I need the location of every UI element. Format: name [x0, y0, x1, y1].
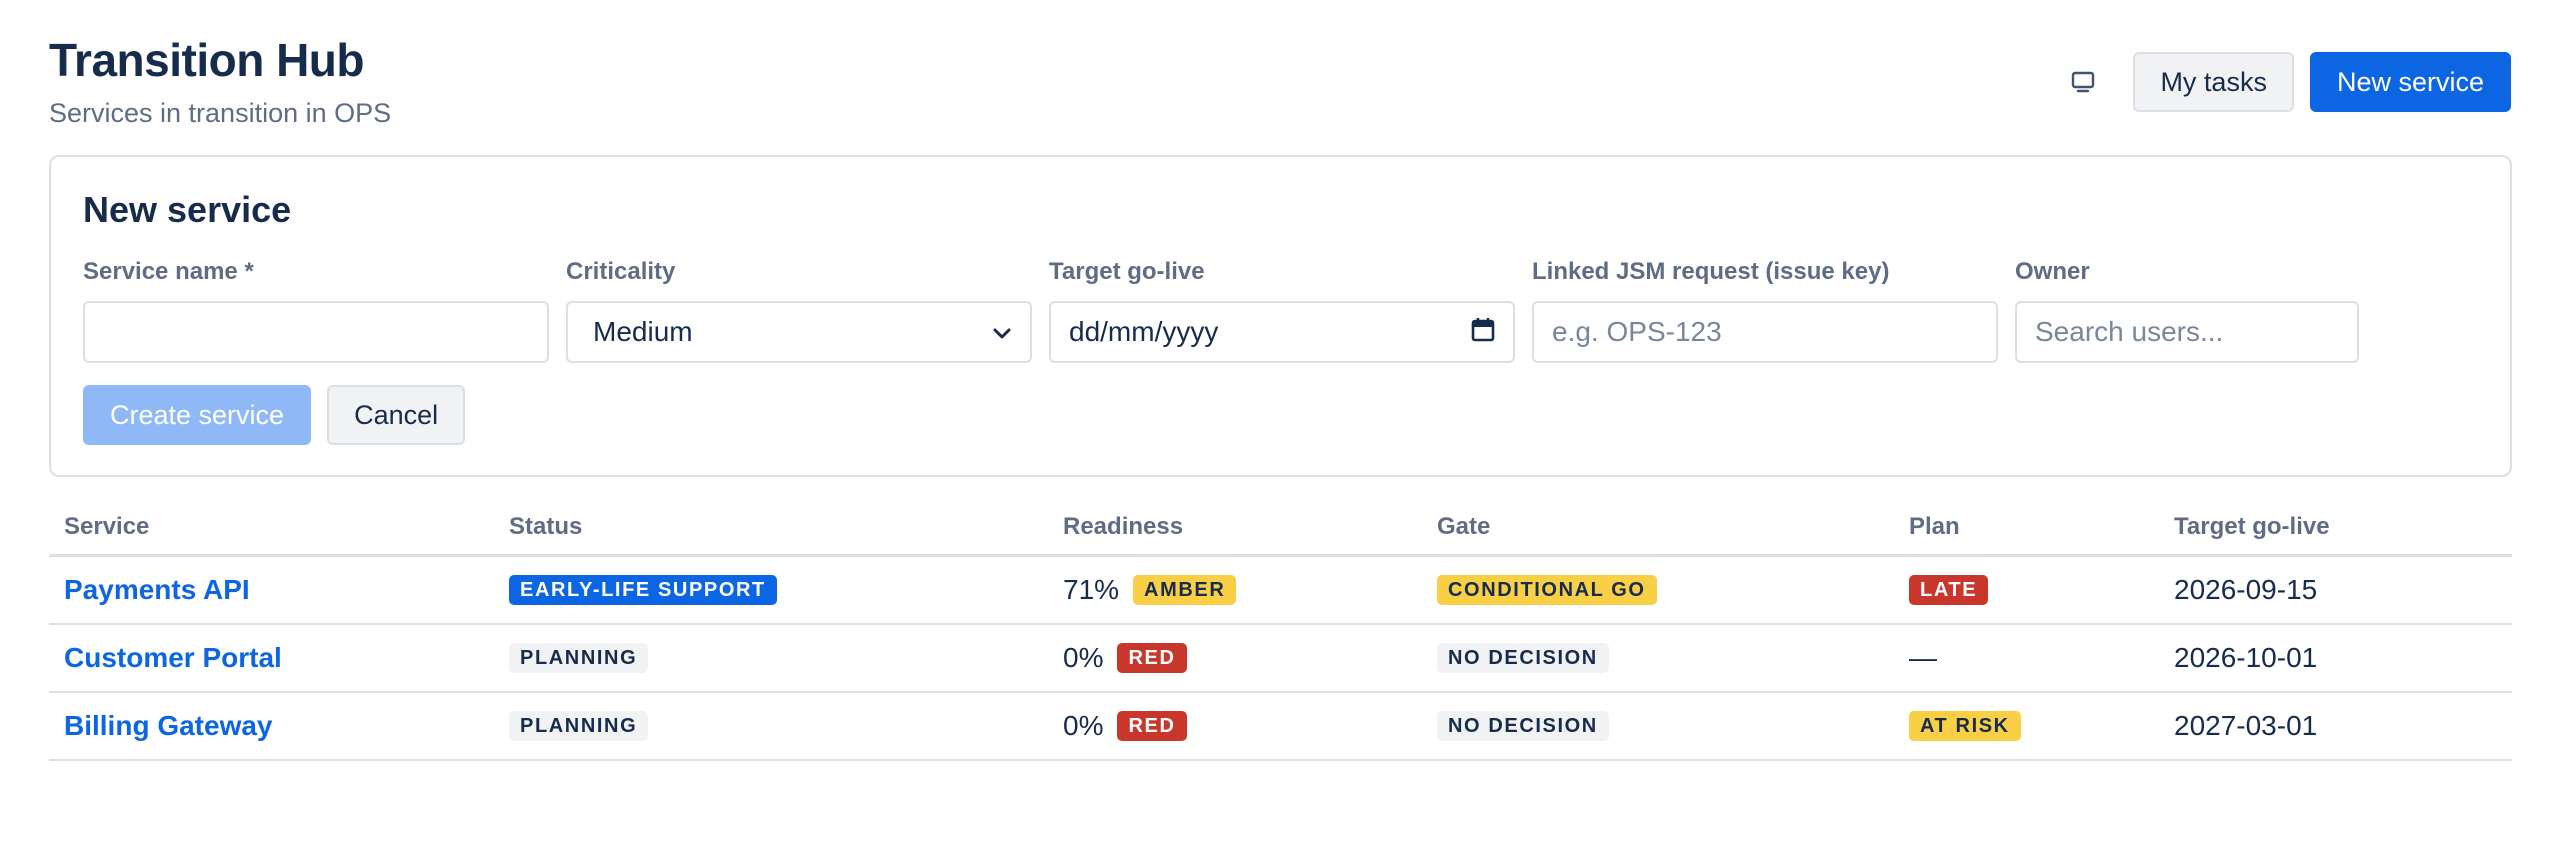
- target-go-live-label: Target go-live: [1049, 258, 1205, 285]
- column-header-gate[interactable]: Gate: [1422, 513, 1894, 541]
- form-title: New service: [83, 189, 292, 230]
- readiness-badge: AMBER: [1133, 575, 1237, 605]
- plan-badge: LATE: [1909, 575, 1989, 605]
- gate-badge: CONDITIONAL GO: [1437, 575, 1657, 605]
- owner-field: Owner Search users...: [2015, 257, 2359, 363]
- readiness-badge: RED: [1117, 643, 1187, 673]
- form-actions: Create service Cancel: [83, 385, 466, 445]
- page-header: Transition Hub Services in transition in…: [49, 30, 391, 130]
- column-header-status[interactable]: Status: [494, 513, 1048, 541]
- target-date: 2027-03-01: [2174, 710, 2318, 741]
- status-badge: PLANNING: [509, 643, 649, 673]
- service-link[interactable]: Payments API: [64, 574, 250, 606]
- table-row[interactable]: Billing Gateway PLANNING 0% RED NO DECIS…: [49, 693, 2512, 761]
- service-link[interactable]: Billing Gateway: [64, 710, 273, 742]
- table-row[interactable]: Payments API EARLY-LIFE SUPPORT 71% AMBE…: [49, 557, 2512, 625]
- plan-badge: AT RISK: [1909, 711, 2021, 741]
- service-name-input[interactable]: [83, 301, 549, 363]
- linked-request-input[interactable]: e.g. OPS-123: [1532, 301, 1998, 363]
- service-name-field: Service name *: [83, 257, 549, 363]
- readiness-percent: 0%: [1063, 710, 1104, 741]
- gate-badge: NO DECISION: [1437, 643, 1609, 673]
- criticality-field: Criticality Medium: [566, 257, 1032, 363]
- criticality-select[interactable]: Medium: [566, 301, 1032, 363]
- target-go-live-input[interactable]: dd/mm/yyyy: [1049, 301, 1515, 363]
- owner-search-input[interactable]: Search users...: [2015, 301, 2359, 363]
- target-go-live-field: Target go-live dd/mm/yyyy: [1049, 257, 1515, 363]
- calendar-icon[interactable]: [1471, 316, 1495, 349]
- criticality-value: Medium: [593, 316, 693, 347]
- target-date: 2026-09-15: [2174, 574, 2318, 605]
- my-tasks-button[interactable]: My tasks: [2133, 52, 2294, 112]
- chevron-down-icon: [992, 316, 1012, 348]
- cancel-button[interactable]: Cancel: [327, 385, 466, 445]
- services-table: Service Status Readiness Gate Plan Targe…: [49, 500, 2512, 761]
- plan-value: —: [1909, 642, 1937, 673]
- owner-label: Owner: [2015, 258, 2090, 285]
- linked-request-placeholder: e.g. OPS-123: [1552, 316, 1722, 347]
- criticality-label: Criticality: [566, 258, 676, 285]
- service-name-label: Service name *: [83, 258, 254, 285]
- linked-request-label: Linked JSM request (issue key): [1532, 258, 1890, 285]
- header-actions: My tasks New service: [2057, 52, 2511, 112]
- page-subtitle: Services in transition in OPS: [49, 98, 392, 128]
- table-row[interactable]: Customer Portal PLANNING 0% RED NO DECIS…: [49, 625, 2512, 693]
- date-value: dd/mm/yyyy: [1069, 316, 1219, 347]
- readiness-percent: 0%: [1063, 642, 1104, 673]
- status-badge: PLANNING: [509, 711, 649, 741]
- new-service-button[interactable]: New service: [2309, 52, 2511, 112]
- new-service-form: New service Service name * Criticality M…: [49, 155, 2512, 477]
- target-date: 2026-10-01: [2174, 642, 2318, 673]
- monitor-icon[interactable]: [2057, 56, 2109, 108]
- create-service-button[interactable]: Create service: [83, 385, 312, 445]
- column-header-target-go-live[interactable]: Target go-live: [2159, 513, 2512, 541]
- column-header-service[interactable]: Service: [49, 513, 494, 541]
- linked-request-field: Linked JSM request (issue key) e.g. OPS-…: [1532, 257, 1998, 363]
- readiness-percent: 71%: [1063, 574, 1120, 605]
- table-header: Service Status Readiness Gate Plan Targe…: [49, 500, 2512, 557]
- status-badge: EARLY-LIFE SUPPORT: [509, 575, 777, 605]
- service-link[interactable]: Customer Portal: [64, 642, 282, 674]
- column-header-plan[interactable]: Plan: [1894, 513, 2159, 541]
- readiness-badge: RED: [1117, 711, 1187, 741]
- gate-badge: NO DECISION: [1437, 711, 1609, 741]
- owner-placeholder: Search users...: [2035, 316, 2224, 347]
- page-title: Transition Hub: [49, 34, 365, 86]
- column-header-readiness[interactable]: Readiness: [1048, 513, 1422, 541]
